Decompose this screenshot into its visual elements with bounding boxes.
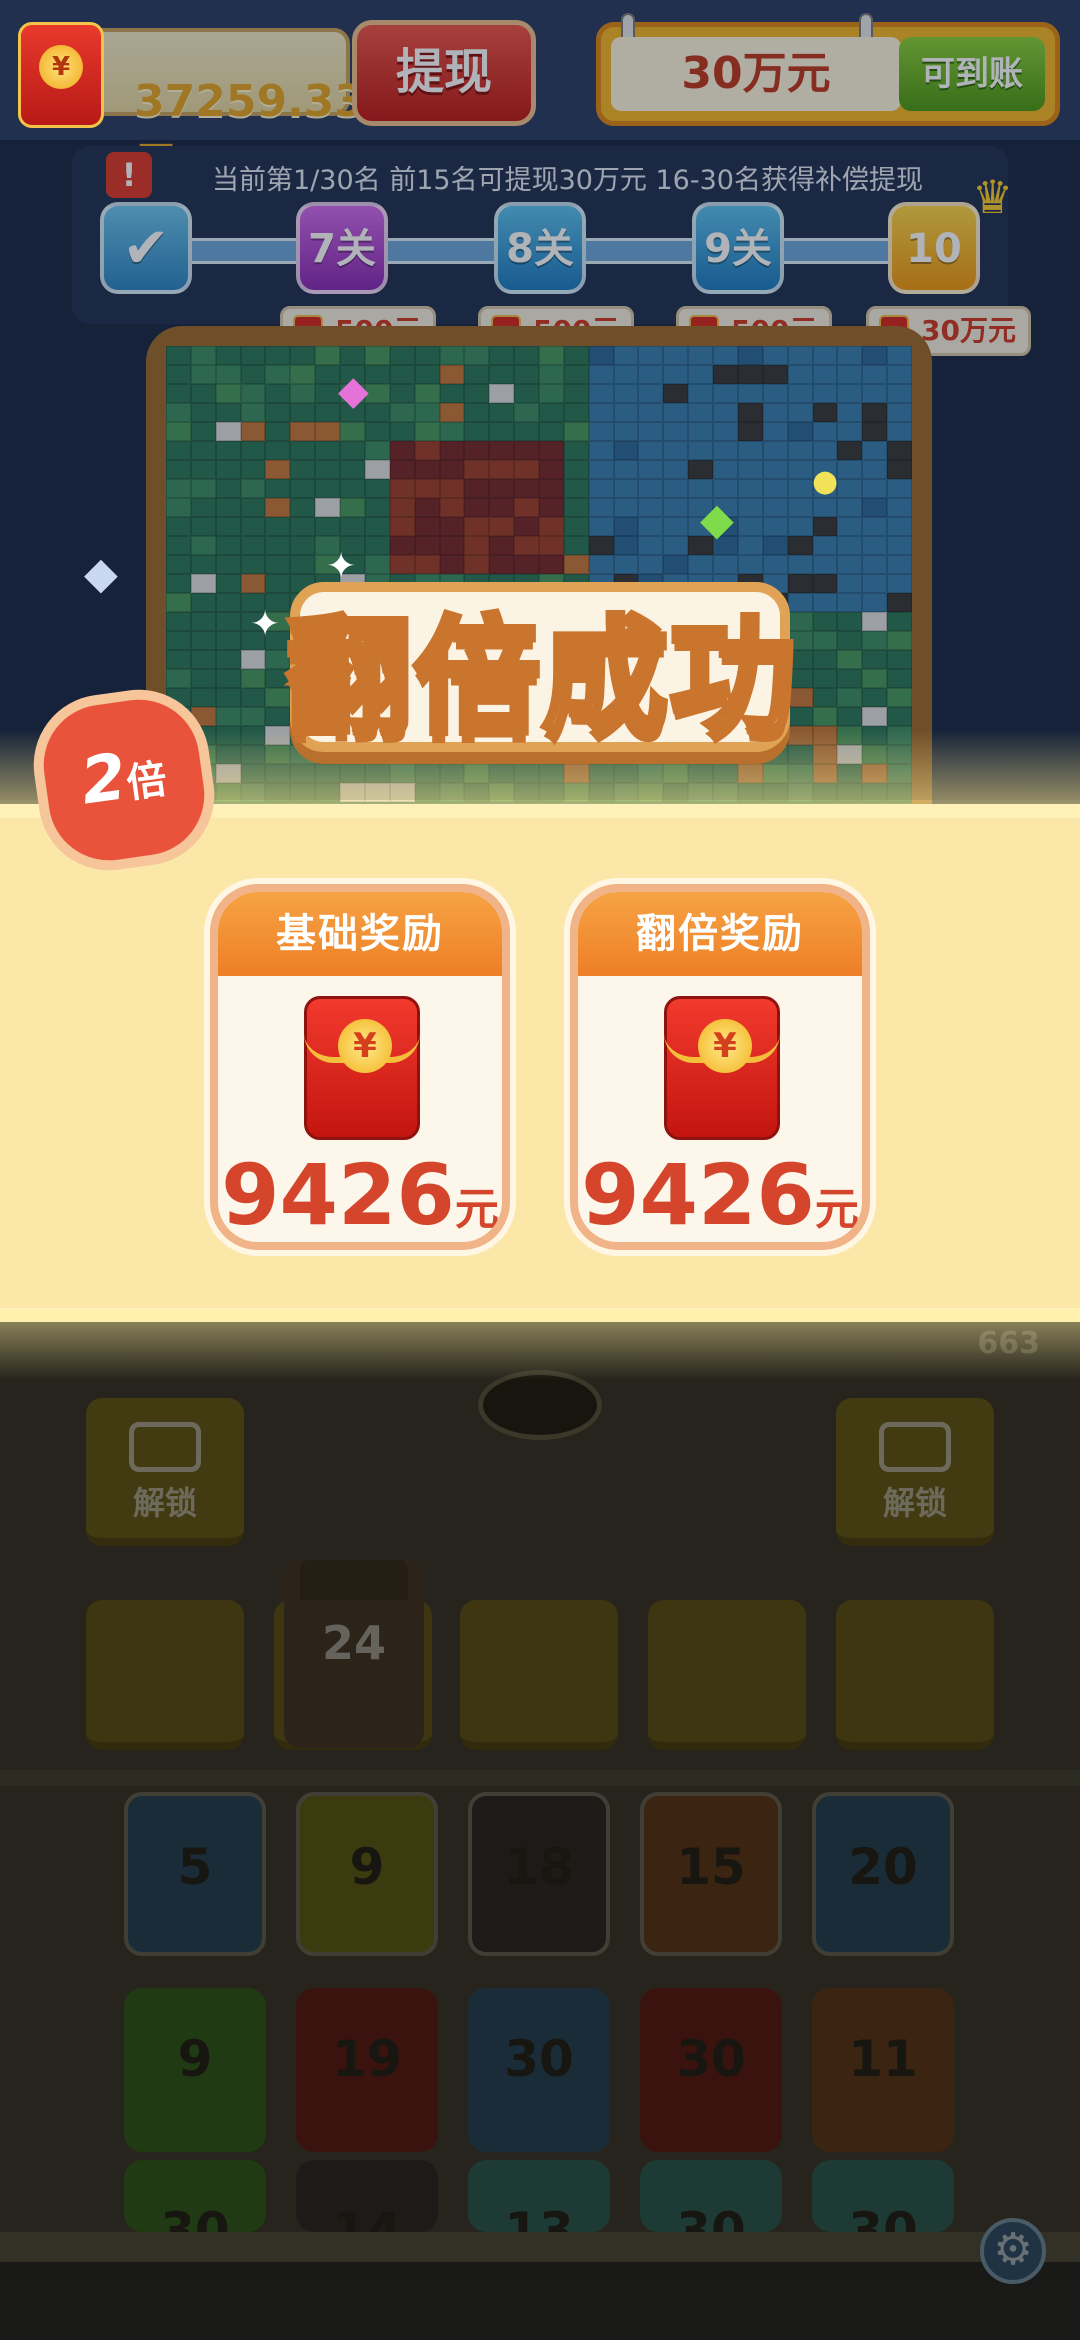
confetti-icon: ◆: [700, 494, 734, 545]
multiplier-number: 2: [76, 740, 131, 820]
confetti-icon: ◆: [338, 368, 369, 414]
multiplier-unit: 倍: [123, 756, 170, 808]
amount-unit: 元: [454, 1184, 499, 1235]
yuan-coin-icon: ¥: [698, 1019, 752, 1073]
red-packet-icon: ¥: [664, 996, 780, 1140]
yuan-coin-icon: ¥: [39, 45, 83, 89]
reward-banner: [0, 804, 1080, 1322]
red-packet-icon: ¥: [304, 996, 420, 1140]
sparkle-icon: ✦: [326, 546, 357, 587]
amount-unit: 元: [814, 1184, 859, 1235]
double-reward-card: 翻倍奖励 ¥ 9426元: [570, 884, 870, 1250]
amount-number: 9426: [581, 1146, 815, 1244]
red-packet-icon: ¥: [18, 22, 104, 128]
reward-amount: 9426元: [578, 1146, 862, 1244]
dim-overlay: [0, 1316, 1080, 2340]
banner-glow: [0, 1310, 1080, 1380]
confetti-icon: ●: [812, 464, 839, 499]
base-reward-card: 基础奖励 ¥ 9426元: [210, 884, 510, 1250]
confetti-icon: ◆: [84, 548, 118, 599]
card-header: 翻倍奖励: [578, 892, 862, 976]
popup-title: 翻倍成功: [283, 601, 799, 754]
yuan-coin-icon: ¥: [338, 1019, 392, 1073]
reward-amount: 9426元: [218, 1146, 502, 1244]
amount-number: 9426: [221, 1146, 455, 1244]
sparkle-icon: ✦: [250, 604, 281, 645]
card-header: 基础奖励: [218, 892, 502, 976]
